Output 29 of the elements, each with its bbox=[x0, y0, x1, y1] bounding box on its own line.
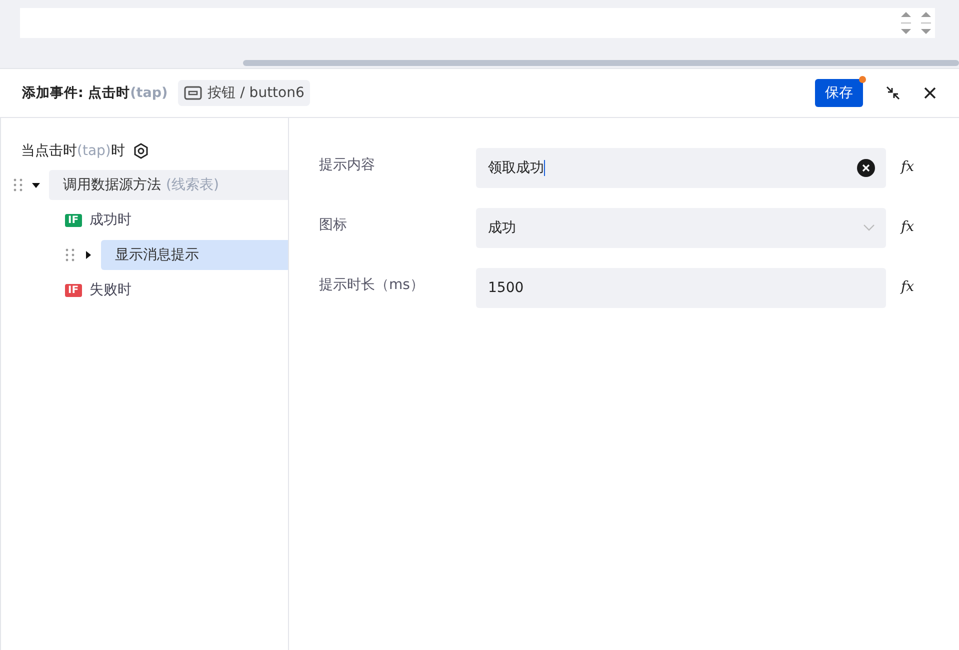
drag-handle-icon[interactable] bbox=[65, 248, 75, 262]
formula-button[interactable]: fx bbox=[901, 279, 914, 295]
input-field[interactable]: 1500 bbox=[476, 268, 886, 308]
drag-handle-icon[interactable] bbox=[13, 178, 23, 192]
caret-right-icon[interactable] bbox=[83, 250, 93, 260]
tree-node[interactable]: 调用数据源方法 (线索表) bbox=[49, 170, 288, 200]
caret-down-icon[interactable] bbox=[31, 180, 41, 190]
branch-label[interactable]: 成功时 bbox=[90, 211, 132, 229]
formula-button[interactable]: fx bbox=[901, 159, 914, 175]
trigger-label: 当点击时(tap)时 bbox=[21, 142, 125, 160]
hexagon-settings-icon[interactable] bbox=[132, 143, 149, 159]
branch-label[interactable]: 失败时 bbox=[90, 281, 132, 299]
collapse-icon[interactable] bbox=[885, 85, 901, 101]
condition-tag: IF bbox=[65, 284, 82, 296]
save-button[interactable]: 保存 bbox=[815, 79, 863, 107]
tree-node[interactable]: 显示消息提示 bbox=[101, 240, 288, 270]
scrollbar[interactable] bbox=[243, 60, 959, 66]
select-field[interactable]: 成功 bbox=[476, 208, 886, 248]
field-label: 提示时长（ms） bbox=[319, 276, 425, 294]
panel-title: 添加事件: 点击时(tap) bbox=[22, 84, 168, 102]
close-icon[interactable] bbox=[923, 86, 937, 100]
condition-tag: IF bbox=[65, 214, 82, 226]
input-field[interactable]: 领取成功 bbox=[476, 148, 886, 188]
button-icon bbox=[184, 86, 202, 100]
field-label: 提示内容 bbox=[319, 156, 376, 174]
field-label: 图标 bbox=[319, 216, 348, 234]
formula-button[interactable]: fx bbox=[901, 219, 914, 235]
clear-icon[interactable] bbox=[857, 159, 875, 177]
component-name: 按钮 / button6 bbox=[208, 84, 304, 102]
